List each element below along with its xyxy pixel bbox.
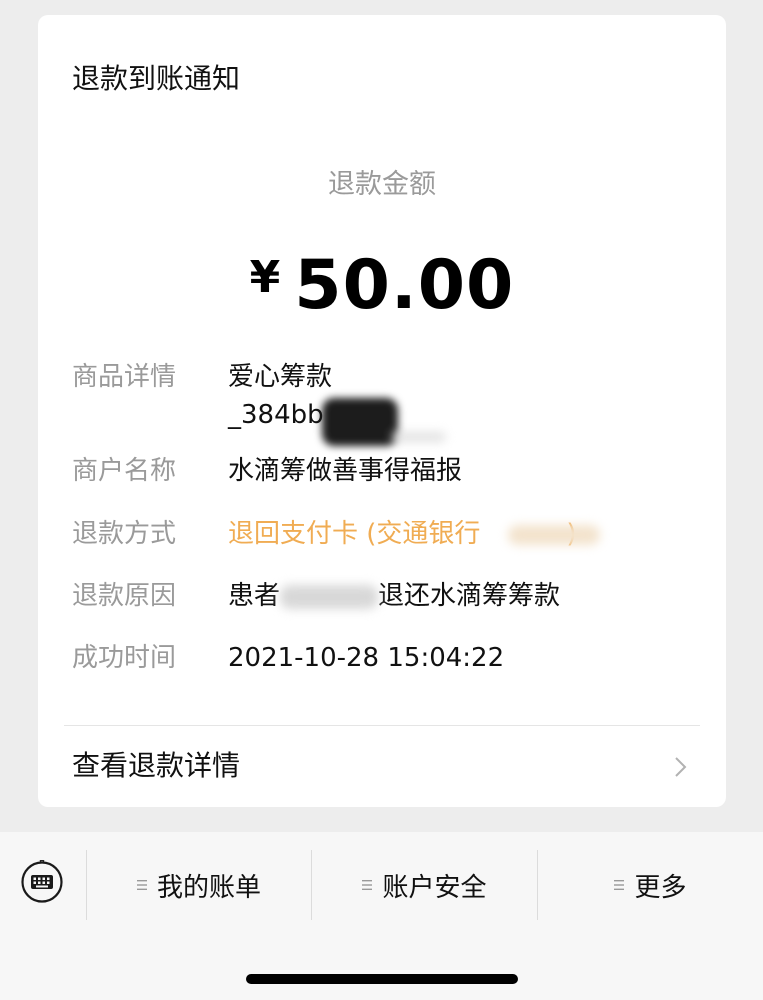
- view-refund-details-label: 查看退款详情: [72, 749, 241, 782]
- product-details-label: 商品详情: [72, 362, 177, 392]
- refund-reason-prefix: 患者: [228, 581, 281, 611]
- amount-value: 50.00: [294, 246, 515, 325]
- product-details-line2: _384bb: [228, 400, 324, 430]
- menu-item-label: 我的账单: [156, 872, 261, 903]
- merchant-name-label: 商户名称: [72, 456, 177, 486]
- menu-lines-icon: [136, 880, 147, 890]
- menu-item-account-security[interactable]: 账户安全: [312, 850, 537, 920]
- bottom-menu-bar: 我的账单 账户安全 更多: [0, 832, 763, 1000]
- menu-item-my-bills[interactable]: 我的账单: [87, 850, 311, 920]
- menu-item-label: 更多: [634, 872, 687, 903]
- success-time-label: 成功时间: [72, 643, 177, 673]
- card-title: 退款到账通知: [72, 62, 241, 95]
- currency-symbol: ¥: [249, 252, 281, 303]
- refund-notification-card: 退款到账通知 退款金额 ¥50.00 商品详情 爱心筹款 _384bb 商户名称…: [38, 15, 726, 807]
- refund-method-text: 退回支付卡 (交通银行: [228, 519, 481, 549]
- redaction-blur-card-number: [508, 525, 600, 545]
- refund-reason-suffix: 退还水滴筹筹款: [378, 581, 561, 611]
- redaction-blur: [322, 398, 398, 446]
- view-refund-details-link[interactable]: 查看退款详情: [38, 726, 726, 806]
- redaction-blur-light: [392, 432, 446, 442]
- menu-item-more[interactable]: 更多: [538, 850, 763, 920]
- refund-reason-label: 退款原因: [72, 581, 177, 611]
- menu-lines-icon: [614, 880, 625, 890]
- chevron-right-icon: [675, 757, 687, 777]
- product-details-line1: 爱心筹款: [228, 362, 333, 392]
- refund-reason-row: 退款原因 患者 退还水滴筹筹款: [72, 577, 692, 617]
- merchant-name-row: 商户名称 水滴筹做善事得福报: [72, 452, 692, 492]
- success-time-row: 成功时间 2021-10-28 15:04:22: [72, 639, 692, 679]
- success-time-value: 2021-10-28 15:04:22: [228, 643, 505, 673]
- refund-method-label: 退款方式: [72, 519, 177, 549]
- refund-method-row: 退款方式 退回支付卡 (交通银行): [72, 515, 692, 555]
- redaction-blur-patient-name: [280, 585, 378, 609]
- refund-amount: ¥50.00: [38, 233, 726, 348]
- menu-item-label: 账户安全: [382, 872, 487, 903]
- keyboard-icon[interactable]: [20, 860, 64, 904]
- product-details-value: 爱心筹款 _384bb: [228, 358, 568, 434]
- product-details-row: 商品详情 爱心筹款 _384bb: [72, 358, 692, 448]
- menu-lines-icon: [362, 880, 373, 890]
- amount-label: 退款金额: [328, 169, 436, 200]
- home-indicator[interactable]: [246, 974, 518, 984]
- merchant-name-value: 水滴筹做善事得福报: [228, 456, 463, 486]
